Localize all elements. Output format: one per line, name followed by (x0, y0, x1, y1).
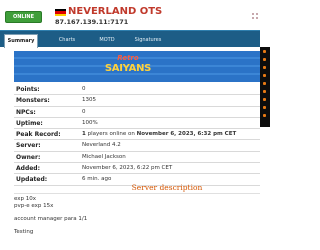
germany-flag-icon (55, 9, 66, 16)
server-header: ONLINE NEVERLAND OTS 87.167.139.11:7171 (0, 0, 270, 30)
server-info-table: Points: 0 Monsters: 1305 NPCs: 0 Uptime:… (14, 84, 260, 186)
description-divider (14, 193, 260, 194)
server-banner: Retro SAIYANS (14, 51, 260, 82)
info-row-peak-record: Peak Record: 1 players online on Novembe… (14, 129, 260, 141)
description-line (14, 222, 260, 229)
description-line: exp 10x (14, 196, 37, 202)
tab-charts[interactable]: Charts (50, 34, 84, 48)
server-description-heading: Server description (131, 183, 203, 192)
info-row-monsters: Monsters: 1305 (14, 95, 260, 107)
info-row-uptime: Uptime: 100% (14, 118, 260, 130)
tab-summary[interactable]: Summary (4, 34, 38, 48)
server-name-title[interactable]: NEVERLAND OTS (68, 6, 162, 17)
info-row-points: Points: 0 (14, 84, 260, 96)
description-line: account manager para 1/1 (14, 215, 88, 222)
info-row-added: Added: November 6, 2023, 6:22 pm CET (14, 163, 260, 175)
description-line: pvp-e exp 15x (14, 202, 54, 209)
tab-signatures[interactable]: Signatures (128, 34, 168, 48)
side-ad-strip (260, 47, 270, 127)
server-description-body: exp 10x pvp-e exp 15x account manager pa… (14, 196, 260, 236)
tab-motd[interactable]: MOTD (90, 34, 124, 48)
description-line: Testing (14, 228, 34, 235)
grid-menu-icon[interactable] (251, 12, 261, 20)
server-ip-address: 87.167.139.11:7171 (55, 18, 129, 26)
info-row-server: Server: Neverland 4.2 (14, 140, 260, 152)
description-line (14, 209, 260, 216)
info-row-npcs: NPCs: 0 (14, 107, 260, 118)
server-logo: Retro SAIYANS (104, 54, 152, 74)
online-status-badge: ONLINE (5, 11, 42, 23)
info-row-owner: Owner: Michael Jackson (14, 152, 260, 164)
tab-bar: Summary Charts MOTD Signatures (0, 30, 260, 48)
